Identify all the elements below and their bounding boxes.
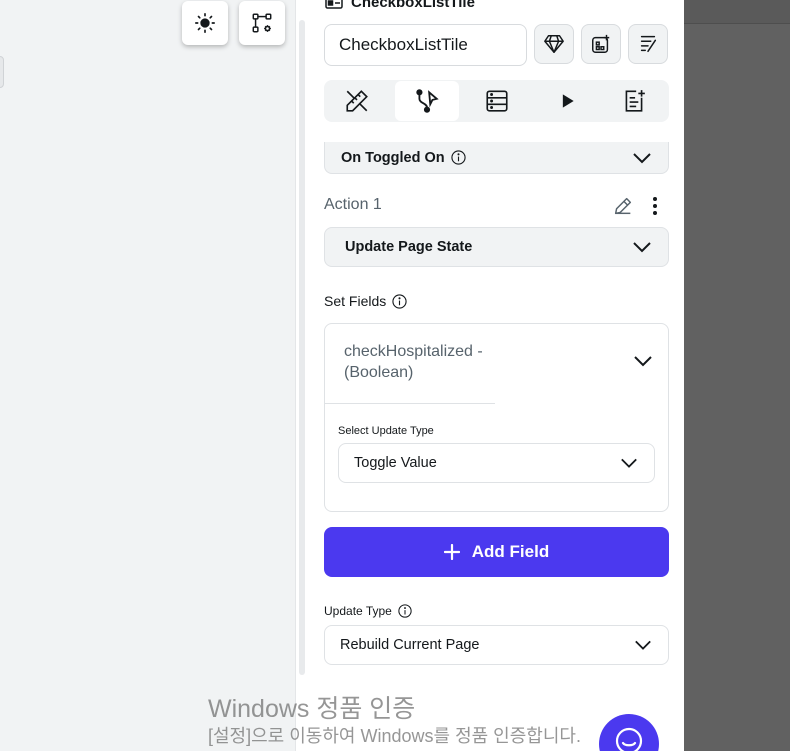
add-component-icon (592, 34, 610, 53)
canvas-scrollbar[interactable] (295, 0, 309, 751)
documentation-icon (625, 90, 645, 112)
modal-overlay (684, 0, 790, 751)
properties-panel: CheckboxListTile CheckboxListTile On Tog… (309, 0, 684, 751)
trigger-label-group: On Toggled On (341, 150, 466, 166)
update-type-sub-label: Select Update Type (338, 425, 434, 437)
add-component-button[interactable] (581, 24, 621, 64)
update-type-label-group: Update Type (324, 604, 412, 618)
chevron-down-icon (635, 640, 651, 650)
widget-header: CheckboxListTile (325, 0, 475, 11)
info-icon (392, 293, 407, 309)
convert-button[interactable] (628, 24, 668, 64)
set-field-card: checkHospitalized - (Boolean) Select Upd… (324, 323, 669, 512)
action-title: Action 1 (324, 196, 382, 213)
gem-button[interactable] (534, 24, 574, 64)
plus-icon (443, 544, 460, 560)
select-update-type-dropdown[interactable]: Toggle Value (338, 443, 655, 483)
info-icon (451, 150, 466, 165)
convert-icon (640, 35, 657, 53)
sun-icon (195, 13, 215, 33)
properties-icon (346, 90, 368, 112)
select-update-type-value: Toggle Value (354, 455, 437, 471)
chat-icon (615, 727, 643, 751)
widget-name-value: CheckboxListTile (339, 35, 468, 54)
chevron-down-icon[interactable] (633, 355, 653, 367)
canvas-area (0, 0, 295, 751)
actions-icon (416, 89, 439, 113)
field-name: checkHospitalized - (Boolean) (344, 343, 483, 381)
gem-icon (544, 35, 564, 53)
more-options-icon[interactable] (647, 195, 663, 217)
chevron-down-icon (633, 242, 651, 253)
edit-pencil-icon[interactable] (612, 195, 634, 217)
panel-tabs (324, 80, 669, 122)
field-select[interactable]: checkHospitalized - (Boolean) (325, 324, 495, 404)
overlay-top-strip (684, 0, 790, 24)
trigger-label: On Toggled On (341, 149, 445, 166)
add-field-label: Add Field (471, 542, 550, 561)
action-type-select[interactable]: Update Page State (324, 227, 669, 267)
checkbox-widget-icon (325, 0, 343, 9)
set-fields-label-group: Set Fields (324, 293, 407, 309)
update-type-value: Rebuild Current Page (340, 637, 480, 653)
chevron-down-icon (633, 152, 651, 163)
set-fields-label: Set Fields (324, 293, 387, 309)
update-type-label: Update Type (324, 604, 392, 618)
add-field-button[interactable]: Add Field (324, 527, 669, 577)
backend-query-icon (486, 90, 508, 112)
action-trigger-select[interactable]: On Toggled On (324, 142, 669, 174)
action-type-value: Update Page State (345, 239, 473, 255)
tab-properties[interactable] (325, 81, 389, 121)
update-type-select[interactable]: Rebuild Current Page (324, 625, 669, 665)
scrollbar-thumb[interactable] (299, 20, 305, 675)
tab-actions[interactable] (395, 81, 459, 121)
info-icon (398, 604, 412, 618)
chevron-down-icon (621, 458, 637, 468)
left-panel-handle[interactable] (0, 56, 4, 88)
graph-settings-icon (252, 13, 272, 33)
widget-name-input[interactable]: CheckboxListTile (324, 24, 527, 66)
animations-icon (562, 94, 574, 108)
tab-animations[interactable] (535, 81, 599, 121)
graph-settings-button[interactable] (239, 1, 285, 45)
tab-backend-query[interactable] (465, 81, 529, 121)
widget-title: CheckboxListTile (351, 0, 475, 11)
theme-toggle-button[interactable] (182, 1, 228, 45)
tab-documentation[interactable] (602, 81, 666, 121)
